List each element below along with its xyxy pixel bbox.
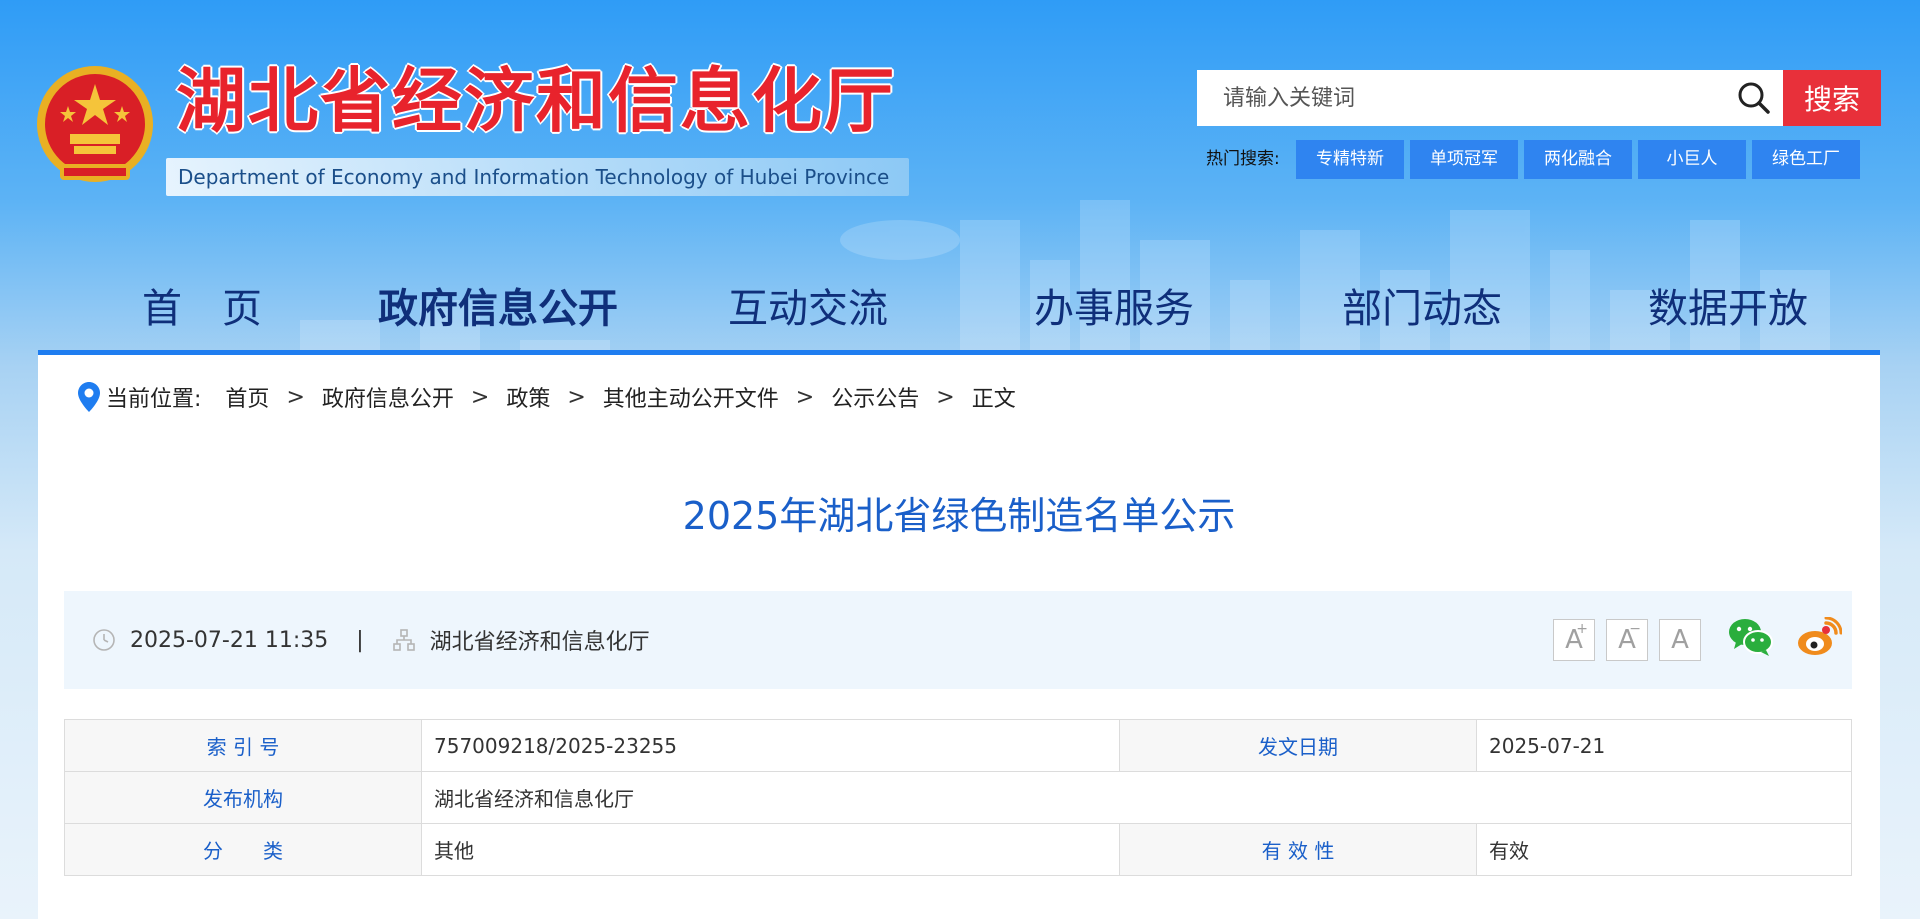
hot-tag[interactable]: 专精特新 [1296, 140, 1404, 179]
breadcrumb-item-current: 正文 [971, 387, 1016, 412]
date-value: 2025-07-21 [1476, 719, 1852, 772]
index-value: 757009218/2025-23255 [421, 719, 1120, 772]
breadcrumb-separator: > [936, 384, 955, 410]
table-row: 发布机构 湖北省经济和信息化厅 [64, 771, 1852, 824]
organization-icon [392, 628, 416, 652]
hot-tag[interactable]: 小巨人 [1638, 140, 1746, 179]
wechat-icon[interactable] [1728, 617, 1774, 657]
font-decrease-button[interactable]: A − [1606, 619, 1648, 661]
clock-icon [92, 628, 116, 652]
nav-item-gov-info[interactable]: 政府信息公开 [378, 276, 618, 334]
org-label: 发布机构 [64, 771, 422, 824]
location-pin-icon [78, 382, 100, 412]
category-value: 其他 [421, 823, 1120, 876]
nav-item-open-data[interactable]: 数据开放 [1648, 276, 1808, 334]
table-row: 分 类 其他 有 效 性 有效 [64, 823, 1852, 876]
article-title: 2025年湖北省绿色制造名单公示 [682, 494, 1236, 538]
publish-source: 湖北省经济和信息化厅 [429, 630, 650, 655]
hot-search-label: 热门搜索: [1206, 149, 1280, 169]
category-label: 分 类 [64, 823, 422, 876]
article-meta: 2025-07-21 11:35 | 湖北省经济和信息化厅 [92, 591, 650, 689]
font-reset-glyph: A [1671, 625, 1689, 655]
hot-search-tags: 专精特新 单项冠军 两化融合 小巨人 绿色工厂 [1296, 140, 1860, 179]
breadcrumb-item-gov-info[interactable]: 政府信息公开 [322, 381, 454, 413]
breadcrumb-current-label: 当前位置: [106, 387, 202, 412]
breadcrumb-separator: > [470, 384, 490, 410]
national-emblem-logo [34, 64, 156, 190]
hot-tag[interactable]: 单项冠军 [1410, 140, 1518, 179]
index-label: 索 引 号 [64, 719, 422, 772]
publish-date: 2025-07-21 11:35 [130, 627, 329, 653]
nav-item-interaction[interactable]: 互动交流 [728, 276, 888, 334]
hot-tag[interactable]: 两化融合 [1524, 140, 1632, 179]
validity-value: 有效 [1476, 823, 1852, 876]
font-size-controls: A + A − A [1553, 619, 1701, 661]
breadcrumb-separator: > [567, 384, 586, 410]
main-nav: 首 页 政府信息公开 互动交流 办事服务 部门动态 数据开放 [38, 262, 1880, 350]
breadcrumb: 当前位置: 首页 > 政府信息公开 > 政策 > 其他主动公开文件 > 公示公告… [78, 381, 1016, 413]
site-subtitle: Department of Economy and Information Te… [166, 158, 910, 196]
breadcrumb-item-other-files[interactable]: 其他主动公开文件 [603, 381, 779, 413]
national-emblem-icon [37, 66, 153, 182]
table-row: 索 引 号 757009218/2025-23255 发文日期 2025-07-… [64, 719, 1852, 772]
validity-label: 有 效 性 [1119, 823, 1477, 876]
font-decrease-sup: − [1629, 621, 1641, 637]
meta-divider: | [356, 627, 364, 653]
breadcrumb-separator: > [795, 384, 815, 410]
breadcrumb-separator: > [286, 384, 305, 410]
weibo-icon[interactable] [1796, 617, 1842, 657]
breadcrumb-item-notices[interactable]: 公示公告 [831, 381, 919, 413]
font-increase-sup: + [1576, 621, 1588, 637]
site-title: 湖北省经济和信息化厅 [175, 60, 896, 142]
search-box [1197, 70, 1783, 126]
content-panel: 当前位置: 首页 > 政府信息公开 > 政策 > 其他主动公开文件 > 公示公告… [38, 355, 1880, 919]
font-increase-button[interactable]: A + [1553, 619, 1595, 661]
nav-item-home[interactable]: 首 页 [142, 276, 262, 334]
share-icons [1728, 617, 1842, 657]
date-label: 发文日期 [1119, 719, 1477, 772]
article-meta-bar: 2025-07-21 11:35 | 湖北省经济和信息化厅 A + A − A [64, 591, 1852, 689]
search-button[interactable]: 搜索 [1783, 70, 1881, 126]
breadcrumb-item-home[interactable]: 首页 [225, 381, 269, 413]
breadcrumb-item-policy[interactable]: 政策 [506, 381, 550, 413]
hot-tag[interactable]: 绿色工厂 [1752, 140, 1860, 179]
org-value: 湖北省经济和信息化厅 [421, 771, 1852, 824]
search-icon[interactable] [1729, 73, 1779, 123]
font-reset-button[interactable]: A [1659, 619, 1701, 661]
document-info-table: 索 引 号 757009218/2025-23255 发文日期 2025-07-… [64, 719, 1852, 876]
nav-item-dept-news[interactable]: 部门动态 [1342, 276, 1502, 334]
nav-item-services[interactable]: 办事服务 [1034, 276, 1194, 334]
search-input[interactable] [1197, 70, 1729, 126]
